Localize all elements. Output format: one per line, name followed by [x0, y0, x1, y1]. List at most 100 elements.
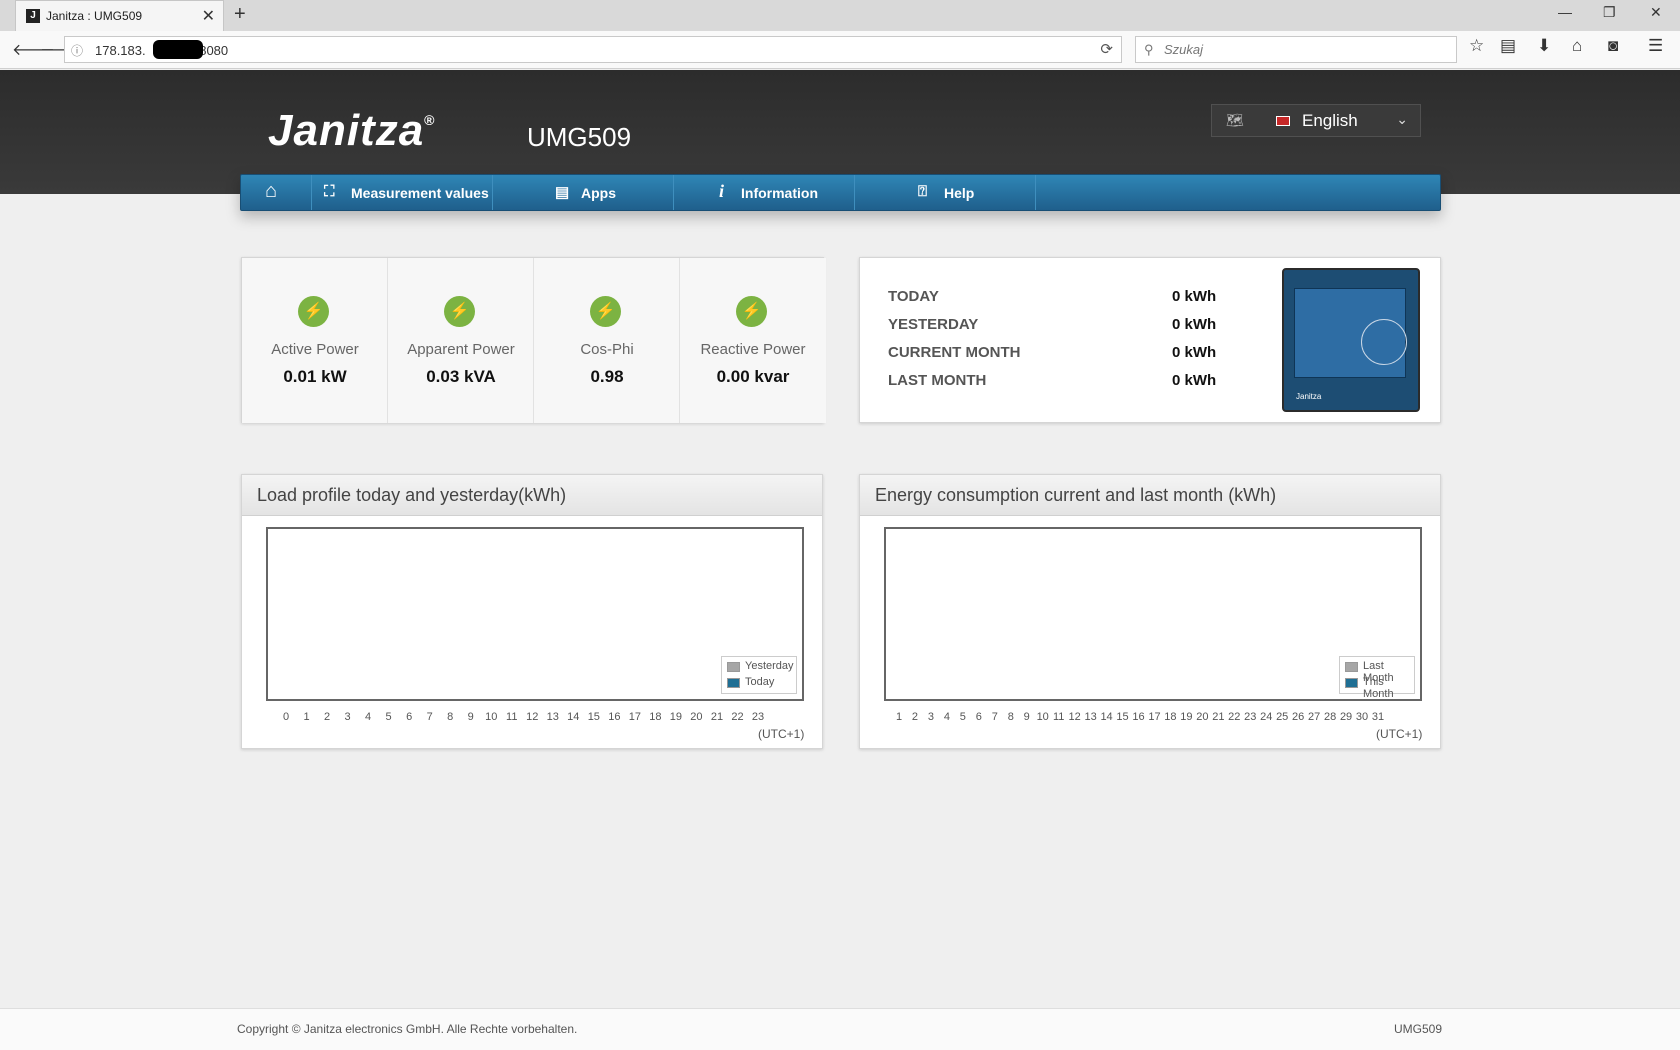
minimize-icon[interactable]: — [1558, 4, 1572, 20]
legend-label: This Month [1363, 676, 1394, 700]
menu-icon[interactable]: ☰ [1648, 36, 1663, 56]
load-profile-plot: Yesterday Today [266, 527, 804, 701]
lightning-icon: ⚡ [736, 296, 767, 327]
x-tick-label: 16 [1132, 711, 1145, 723]
language-label: English [1302, 111, 1358, 130]
energy-summary-card: TODAY 0 kWh YESTERDAY 0 kWh CURRENT MONT… [859, 257, 1441, 423]
kpi-label: Apparent Power [407, 341, 515, 358]
legend-swatch [727, 662, 740, 672]
tab-title: Janitza : UMG509 [46, 9, 143, 23]
restore-icon[interactable]: ❐ [1603, 4, 1616, 21]
x-tick-label: 8 [447, 711, 454, 723]
x-tick-label: 9 [1023, 711, 1030, 723]
x-tick-label: 3 [344, 711, 351, 723]
x-tick-label: 5 [959, 711, 966, 723]
x-tick-label: 13 [546, 711, 559, 723]
language-select[interactable]: 🗺 English ⌄ [1211, 104, 1421, 137]
x-tick-label: 1 [303, 711, 310, 723]
x-tick-label: 12 [526, 711, 539, 723]
energy-value-current-month: 0 kWh [1172, 344, 1217, 361]
x-tick-label: 17 [628, 711, 641, 723]
close-tab-icon[interactable]: ✕ [202, 6, 215, 26]
x-tick-label: 16 [608, 711, 621, 723]
x-tick-label: 13 [1084, 711, 1097, 723]
device-screen [1294, 288, 1407, 378]
janitza-favicon-icon: J [26, 9, 40, 23]
site-info-icon[interactable]: ⓘ [71, 42, 83, 59]
x-tick-label: 20 [1196, 711, 1209, 723]
legend-item-yesterday: Yesterday [725, 659, 794, 675]
nav-measurement-values[interactable]: ⛶ Measurement values [312, 175, 493, 210]
x-tick-label: 18 [1164, 711, 1177, 723]
x-tick-label: 19 [669, 711, 683, 723]
panel-title: Load profile today and yesterday(kWh) [257, 485, 567, 505]
timezone-label: (UTC+1) [758, 727, 805, 741]
device-title: UMG509 [527, 122, 632, 152]
search-input[interactable] [1162, 39, 1442, 60]
energy-month-panel: Energy consumption current and last mont… [859, 474, 1441, 749]
legend-label: Yesterday [745, 660, 794, 672]
x-tick-label: 31 [1371, 711, 1385, 723]
kpi-value: 0.00 kvar [716, 367, 790, 386]
nav-label: Help [944, 185, 975, 201]
x-tick-label: 22 [1228, 711, 1241, 723]
nav-help[interactable]: ⍰ Help [855, 175, 1036, 210]
x-tick-label: 6 [406, 711, 413, 723]
download-icon[interactable]: ⬇ [1537, 36, 1551, 56]
panel-header: Energy consumption current and last mont… [860, 475, 1440, 516]
umg509-device-image: Janitza [1282, 268, 1420, 412]
kpi-label: Active Power [271, 341, 359, 358]
legend-item-last-month: Last Month [1343, 659, 1411, 684]
browser-nav-bar: 🡐 🡒 ⓘ 178.183.:8080 ⟳ ⚲ ☆ ▤ ⬇ ⌂ ◙ ☰ [0, 31, 1680, 69]
x-tick-label: 2 [323, 711, 331, 723]
x-tick-label: 11 [506, 711, 518, 723]
x-tick-label: 0 [282, 711, 290, 723]
search-icon: ⚲ [1144, 42, 1154, 57]
x-tick-label: 21 [710, 711, 724, 723]
url-bar[interactable]: ⓘ 178.183.:8080 ⟳ [64, 36, 1122, 63]
panel-header: Load profile today and yesterday(kWh) [242, 475, 822, 516]
x-tick-label: 23 [751, 711, 765, 723]
reload-icon[interactable]: ⟳ [1100, 40, 1113, 58]
janitza-logo: Janitza® [268, 106, 436, 155]
chart-legend: Yesterday Today [721, 656, 797, 694]
lightning-icon: ⚡ [590, 296, 621, 327]
kpi-value: 0.98 [590, 367, 624, 386]
uk-flag-icon [1276, 116, 1290, 126]
chart-legend: Last Month This Month [1339, 656, 1415, 700]
x-tick-label: 15 [587, 711, 600, 723]
bookmark-star-icon[interactable]: ☆ [1469, 36, 1484, 56]
x-tick-label: 1 [895, 711, 903, 723]
redacted-mask [153, 40, 203, 59]
nav-label: Apps [581, 185, 616, 201]
reading-list-icon[interactable]: ▤ [1500, 36, 1516, 56]
x-tick-label: 19 [1180, 711, 1193, 723]
browser-tab[interactable]: J Janitza : UMG509 ✕ [15, 0, 224, 31]
help-icon: ⍰ [918, 183, 928, 200]
kpi-reactive-power: ⚡ Reactive Power 0.00 kvar [680, 258, 826, 423]
lightning-icon: ⚡ [444, 296, 475, 327]
search-bar[interactable]: ⚲ [1135, 36, 1457, 63]
copyright-text: Copyright © Janitza electronics GmbH. Al… [237, 1022, 578, 1036]
kpi-value: 0.01 kW [283, 367, 347, 386]
power-kpi-card: ⚡ Active Power 0.01 kW ⚡ Apparent Power … [241, 257, 826, 423]
x-tick-label: 4 [365, 711, 372, 723]
close-window-icon[interactable]: ✕ [1650, 4, 1662, 21]
x-tick-label: 30 [1355, 711, 1369, 723]
home-browser-icon[interactable]: ⌂ [1572, 36, 1582, 56]
kpi-value: 0.03 kVA [426, 367, 496, 386]
kpi-label: Cos-Phi [580, 341, 634, 358]
x-tick-label: 24 [1260, 711, 1273, 723]
nav-apps[interactable]: ▤ Apps [493, 175, 674, 210]
new-tab-icon[interactable]: + [234, 3, 246, 26]
energy-label-today: TODAY [888, 288, 939, 305]
x-tick-label: 6 [975, 711, 982, 723]
energy-label-yesterday: YESTERDAY [888, 316, 979, 333]
nav-information[interactable]: i Information [674, 175, 855, 210]
chart-icon: ⛶ [324, 183, 335, 200]
x-tick-label: 23 [1244, 711, 1257, 723]
main-nav: ⌂ ⛶ Measurement values ▤ Apps i Informat… [240, 174, 1441, 211]
pocket-icon[interactable]: ◙ [1608, 36, 1618, 56]
x-tick-label: 8 [1007, 711, 1014, 723]
nav-home[interactable]: ⌂ [241, 175, 312, 210]
